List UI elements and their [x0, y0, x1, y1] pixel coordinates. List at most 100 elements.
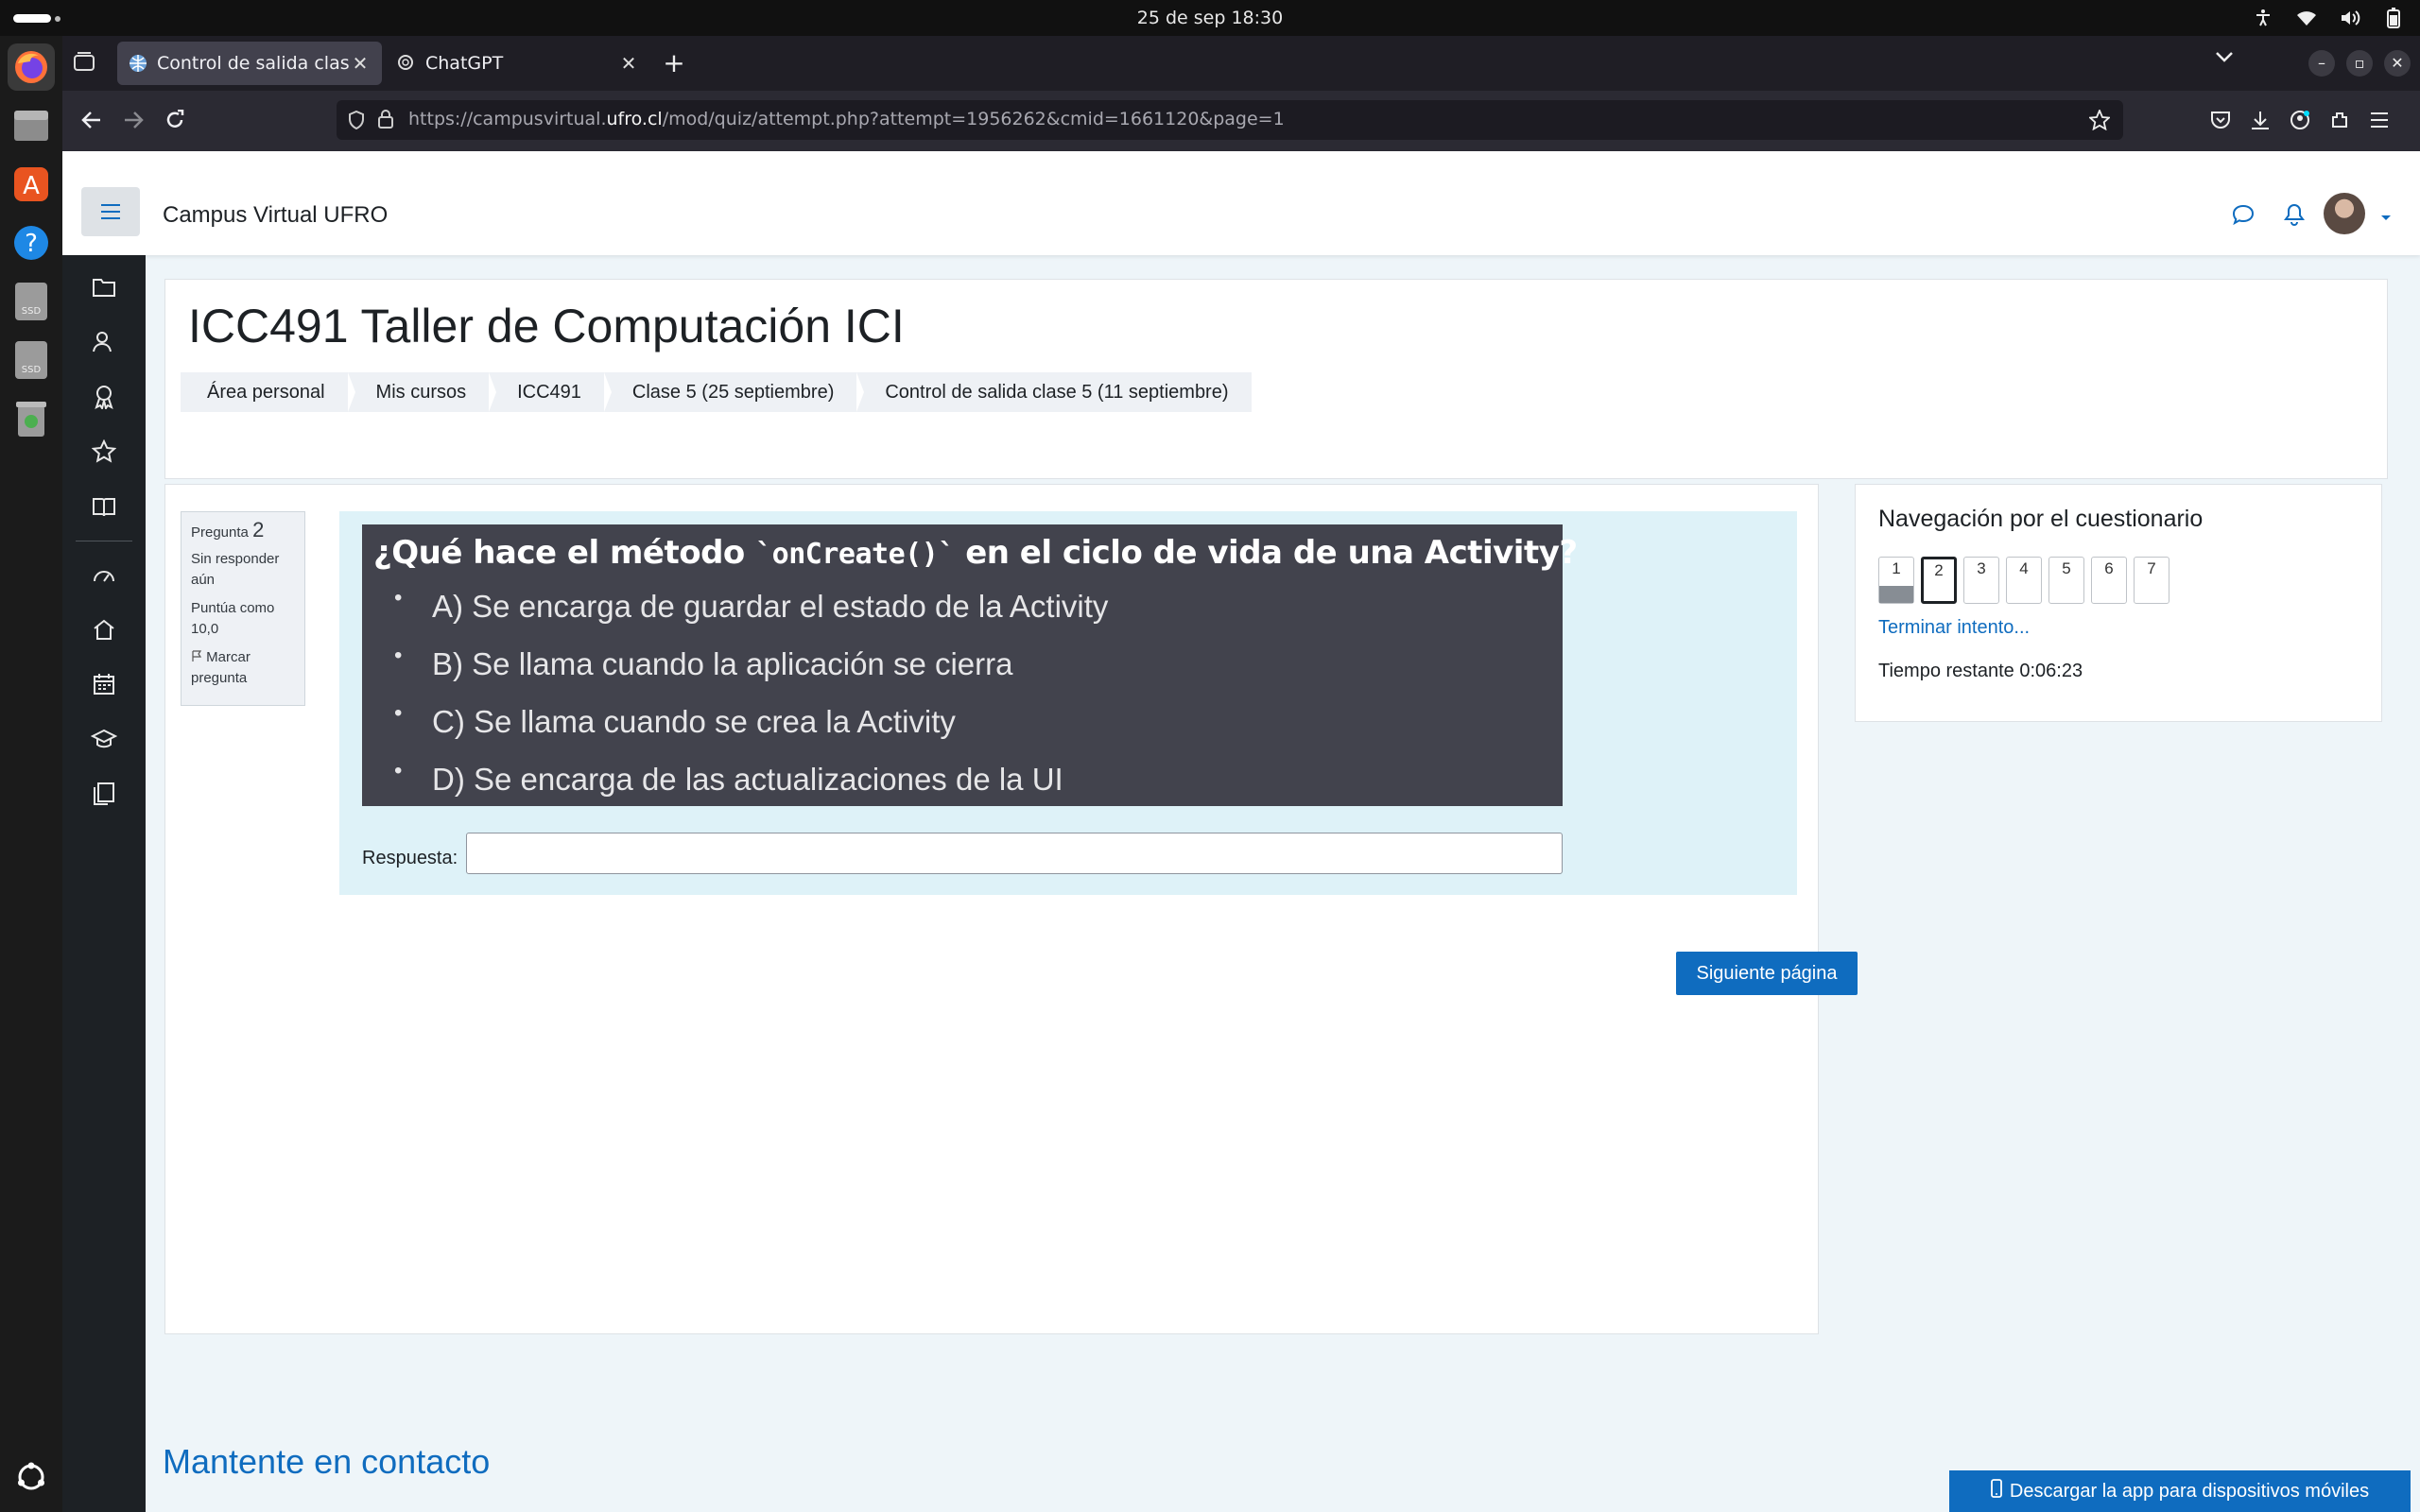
content-bank-icon[interactable] [85, 775, 123, 813]
option-item: D) Se encarga de las actualizaciones de … [394, 758, 1063, 798]
tab-label: Control de salida clase 5 (1 [157, 53, 350, 74]
volume-icon[interactable] [2339, 7, 2361, 29]
quiz-nav-question-6[interactable]: 6 [2091, 557, 2127, 604]
web-page: Campus Virtual UFRO ICC491 Taller de Com… [62, 151, 2420, 1512]
close-window-button[interactable]: ✕ [2384, 50, 2411, 77]
system-clock[interactable]: 25 de sep 18:30 [0, 8, 2420, 28]
download-app-button[interactable]: Descargar la app para dispositivos móvil… [1949, 1470, 2411, 1512]
trash-icon[interactable] [8, 395, 55, 442]
minimize-button[interactable]: – [2308, 50, 2335, 77]
question-status: Sin responder aún [191, 551, 280, 588]
badges-icon[interactable] [85, 378, 123, 416]
show-apps-icon[interactable] [8, 1453, 55, 1501]
ssd-drive-icon-2[interactable]: SSD [8, 336, 55, 384]
tab-overview-icon[interactable] [74, 52, 98, 75]
downloads-icon[interactable] [2246, 106, 2274, 134]
question-info-box: Pregunta 2 Sin responder aún Puntúa como… [181, 511, 305, 706]
moodle-favicon-icon [129, 54, 147, 73]
tab-quiz[interactable]: Control de salida clase 5 (1 ✕ [117, 42, 382, 85]
svg-text:?: ? [25, 230, 38, 258]
breadcrumb-item[interactable]: Mis cursos [348, 372, 496, 412]
user-avatar[interactable] [2324, 193, 2365, 234]
close-tab-icon[interactable]: ✕ [350, 52, 371, 75]
question-text: ¿Qué hace el método `onCreate()` en el c… [373, 534, 1578, 572]
app-menu-icon[interactable] [2365, 106, 2394, 134]
course-header: ICC491 Taller de Computación ICI Área pe… [164, 279, 2388, 479]
question-content: ¿Qué hace el método `onCreate()` en el c… [339, 511, 1797, 895]
tab-bar: Control de salida clase 5 (1 ✕ ChatGPT ✕… [62, 36, 2420, 91]
svg-text:SSD: SSD [22, 306, 42, 317]
footer-contact-heading: Mantente en contacto [163, 1442, 491, 1481]
participants-icon[interactable] [85, 323, 123, 361]
app-center-icon[interactable]: A [8, 161, 55, 208]
extensions-icon[interactable] [2325, 106, 2354, 134]
time-remaining-value: 0:06:23 [2019, 661, 2083, 681]
back-button[interactable] [76, 104, 108, 136]
option-item: A) Se encarga de guardar el estado de la… [394, 585, 1108, 625]
forward-button[interactable] [117, 104, 149, 136]
competencies-star-icon[interactable] [85, 433, 123, 471]
quiz-navigation-title: Navegación por el cuestionario [1878, 506, 2204, 532]
quiz-nav-question-5[interactable]: 5 [2048, 557, 2084, 604]
navigation-toolbar: https://campusvirtual.ufro.cl/mod/quiz/a… [62, 91, 2420, 151]
files-icon[interactable] [8, 102, 55, 149]
new-tab-button[interactable]: + [658, 47, 690, 79]
account-icon[interactable] [2286, 106, 2314, 134]
close-tab-icon[interactable]: ✕ [618, 52, 639, 75]
next-page-button[interactable]: Siguiente página [1676, 952, 1858, 995]
ssd-drive-icon[interactable]: SSD [8, 278, 55, 325]
answer-label: Respuesta: [362, 848, 458, 868]
dashboard-icon[interactable] [85, 556, 123, 593]
quiz-nav-question-1[interactable]: 1 [1878, 557, 1914, 604]
question-number: Pregunta 2 [191, 518, 265, 541]
system-top-bar: 25 de sep 18:30 [0, 0, 2420, 36]
breadcrumb-item[interactable]: ICC491 [489, 372, 612, 412]
breadcrumb-item[interactable]: Área personal [181, 372, 355, 412]
quiz-navigation-block: Navegación por el cuestionario 1 2 3 4 5… [1855, 484, 2382, 722]
notifications-bell-icon[interactable] [2280, 200, 2308, 229]
wifi-icon[interactable] [2295, 7, 2318, 29]
breadcrumb-item[interactable]: Clase 5 (25 septiembre) [604, 372, 865, 412]
mobile-phone-icon [1991, 1479, 2002, 1503]
grades-book-icon[interactable] [85, 488, 123, 525]
calendar-icon[interactable] [85, 665, 123, 703]
finish-attempt-link[interactable]: Terminar intento... [1878, 617, 2030, 639]
course-sidebar [62, 255, 146, 1512]
quiz-main-region: Pregunta 2 Sin responder aún Puntúa como… [164, 484, 1858, 1334]
courses-graduation-cap-icon[interactable] [85, 720, 123, 758]
list-all-tabs-icon[interactable] [2214, 49, 2240, 76]
quiz-nav-question-7[interactable]: 7 [2134, 557, 2169, 604]
system-tray[interactable] [2252, 7, 2405, 29]
folder-icon[interactable] [85, 268, 123, 306]
messages-icon[interactable] [2229, 200, 2257, 229]
quiz-nav-question-2[interactable]: 2 [1921, 557, 1957, 604]
breadcrumb-item[interactable]: Control de salida clase 5 (11 septiembre… [856, 372, 1251, 412]
firefox-window: Control de salida clase 5 (1 ✕ ChatGPT ✕… [62, 36, 2420, 1512]
home-icon[interactable] [85, 610, 123, 648]
user-menu-caret-icon[interactable] [2380, 208, 2392, 220]
battery-icon[interactable] [2382, 7, 2405, 29]
bookmark-star-icon[interactable] [2087, 108, 2112, 134]
site-header: Campus Virtual UFRO [62, 151, 2420, 255]
site-brand[interactable]: Campus Virtual UFRO [163, 202, 388, 229]
tracking-protection-icon[interactable] [348, 110, 365, 133]
question-image: ¿Qué hace el método `onCreate()` en el c… [362, 524, 1578, 806]
accessibility-icon[interactable] [2252, 7, 2274, 29]
flag-question-link[interactable]: Marcar pregunta [191, 647, 295, 689]
svg-text:A: A [23, 172, 40, 200]
answer-input[interactable] [466, 833, 1563, 874]
quiz-nav-question-3[interactable]: 3 [1963, 557, 1999, 604]
question-score: Puntúa como 10,0 [191, 600, 275, 637]
pocket-icon[interactable] [2206, 106, 2235, 134]
drawer-toggle-button[interactable] [81, 187, 140, 236]
help-icon[interactable]: ? [8, 219, 55, 266]
url-text[interactable]: https://campusvirtual.ufro.cl/mod/quiz/a… [408, 109, 1285, 129]
quiz-nav-question-4[interactable]: 4 [2006, 557, 2042, 604]
reload-button[interactable] [159, 104, 191, 136]
maximize-button[interactable]: ▫ [2346, 50, 2373, 77]
url-bar[interactable]: https://campusvirtual.ufro.cl/mod/quiz/a… [337, 100, 2123, 140]
lock-icon[interactable] [378, 110, 393, 132]
tab-chatgpt[interactable]: ChatGPT ✕ [386, 42, 650, 85]
firefox-icon[interactable] [8, 43, 55, 91]
ubuntu-dock: A ? SSD SSD [0, 36, 62, 1512]
